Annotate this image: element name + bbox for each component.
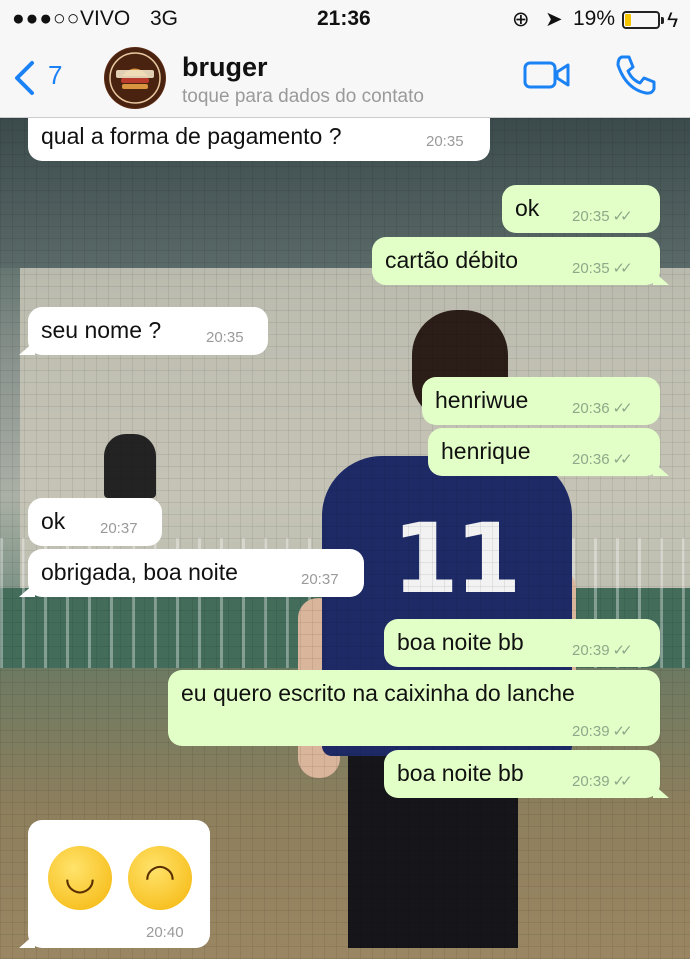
- burger-pub-logo-icon: [105, 48, 165, 108]
- message-timestamp: 20:35: [426, 133, 464, 150]
- bubble-tail: [19, 934, 35, 948]
- status-bar: ●●●○○ VIVO 3G 21:36 ⊕ ➤ 19% ϟ: [0, 0, 690, 38]
- location-arrow-icon: ➤: [545, 8, 563, 31]
- message-outgoing[interactable]: ok 20:35 ✓✓: [502, 185, 660, 233]
- contact-name[interactable]: bruger: [182, 52, 268, 83]
- message-outgoing[interactable]: henrique 20:36 ✓✓: [428, 428, 669, 476]
- grinning-sweat-emoji: ◡: [48, 846, 112, 910]
- message-timestamp: 20:35: [206, 329, 244, 346]
- message-timestamp: 20:37: [100, 520, 138, 537]
- message-timestamp: 20:35 ✓✓: [572, 260, 633, 277]
- message-text: boa noite bb: [397, 760, 524, 786]
- video-call-button[interactable]: [523, 60, 571, 95]
- double-check-icon: ✓✓: [612, 451, 633, 468]
- message-incoming[interactable]: qual a forma de pagamento ? 20:35: [28, 118, 490, 161]
- message-outgoing[interactable]: cartão débito 20:35 ✓✓: [372, 237, 669, 285]
- double-check-icon: ✓✓: [612, 642, 633, 659]
- bubble-tail: [653, 271, 669, 285]
- message-timestamp: 20:39 ✓✓: [572, 723, 633, 740]
- charging-bolt-icon: ϟ: [667, 9, 679, 32]
- bubble-tail: [653, 784, 669, 798]
- battery-icon: [622, 11, 664, 29]
- rotation-lock-icon: ⊕: [512, 8, 530, 31]
- message-timestamp: 20:37: [301, 571, 339, 588]
- chat-background: 11 qual a forma de pagamento ?20:35ok20:…: [0, 118, 690, 959]
- carrier-label: VIVO: [80, 7, 131, 30]
- network-type-label: 3G: [150, 7, 179, 30]
- double-check-icon: ✓✓: [612, 208, 633, 225]
- message-timestamp: 20:39 ✓✓: [572, 642, 633, 659]
- message-timestamp: 20:40: [146, 924, 184, 941]
- message-timestamp: 20:35 ✓✓: [572, 208, 633, 225]
- bubble-tail: [19, 341, 35, 355]
- voice-call-button[interactable]: [614, 53, 658, 102]
- video-camera-icon: [523, 61, 570, 89]
- message-outgoing[interactable]: boa noite bb 20:39 ✓✓: [384, 619, 660, 667]
- battery-percent: 19%: [573, 7, 616, 30]
- message-outgoing[interactable]: eu quero escrito na caixinha do lanche 20…: [168, 670, 660, 746]
- message-timestamp: 20:36 ✓✓: [572, 451, 633, 468]
- message-incoming[interactable]: obrigada, boa noite 20:37: [19, 549, 364, 597]
- message-text: ok: [515, 195, 540, 221]
- message-text: qual a forma de pagamento ?: [41, 123, 342, 149]
- double-check-icon: ✓✓: [612, 723, 633, 740]
- message-timestamp: 20:36 ✓✓: [572, 400, 633, 417]
- message-text: henrique: [441, 438, 531, 464]
- double-check-icon: ✓✓: [612, 773, 633, 790]
- signal-strength-icon: ●●●○○: [12, 7, 81, 30]
- message-outgoing[interactable]: boa noite bb 20:39 ✓✓: [384, 750, 669, 798]
- chat-header: 7 bruger toque para dados do contato: [0, 38, 690, 118]
- bubble-tail: [19, 583, 35, 597]
- phone-icon: [616, 55, 656, 95]
- status-time: 21:36: [317, 7, 371, 30]
- message-text: eu quero escrito na caixinha do lanche: [181, 680, 575, 706]
- message-text: obrigada, boa noite: [41, 559, 238, 585]
- message-outgoing[interactable]: henriwue 20:36 ✓✓: [422, 377, 660, 425]
- bubble-tail: [653, 462, 669, 476]
- message-text: cartão débito: [385, 247, 518, 273]
- message-text: ok: [41, 508, 66, 534]
- message-text: seu nome ?: [41, 317, 162, 343]
- message-text: boa noite bb: [397, 629, 524, 655]
- contact-subtitle[interactable]: toque para dados do contato: [182, 86, 424, 108]
- double-check-icon: ✓✓: [612, 400, 633, 417]
- back-button[interactable]: 7: [12, 56, 82, 100]
- avatar[interactable]: [104, 47, 166, 109]
- message-incoming[interactable]: seu nome ? 20:35: [19, 307, 268, 355]
- message-incoming[interactable]: ◡ ◠ 20:40: [19, 820, 210, 948]
- message-timestamp: 20:39 ✓✓: [572, 773, 633, 790]
- rolling-laughing-emoji: ◠: [128, 846, 192, 910]
- chevron-left-icon: [15, 61, 34, 95]
- unread-count: 7: [48, 60, 63, 90]
- double-check-icon: ✓✓: [612, 260, 633, 277]
- message-incoming[interactable]: ok 20:37: [28, 498, 162, 546]
- message-text: henriwue: [435, 387, 529, 413]
